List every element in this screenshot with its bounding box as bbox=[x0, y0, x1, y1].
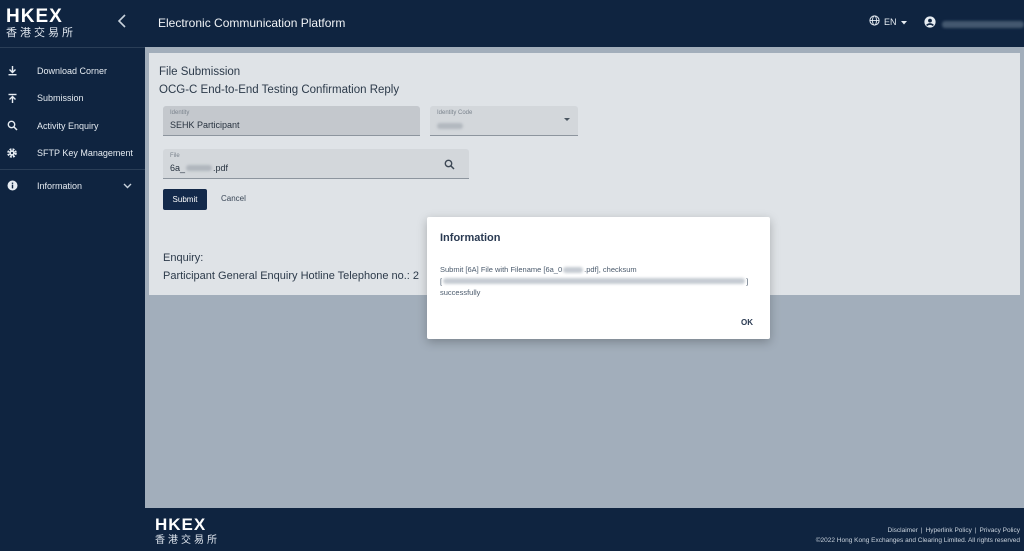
sidebar-item-label: Submission bbox=[37, 93, 84, 104]
search-icon[interactable] bbox=[444, 157, 455, 175]
checksum-close-bracket: ] bbox=[746, 276, 749, 286]
identity-code-select[interactable]: Identity Code bbox=[430, 106, 578, 136]
enquiry-hotline: Participant General Enquiry Hotline Tele… bbox=[163, 270, 420, 282]
caret-down-icon bbox=[564, 118, 570, 121]
language-selector[interactable]: EN bbox=[869, 15, 907, 28]
file-label: File bbox=[170, 153, 180, 159]
hkex-logo[interactable]: HKEX 香港交易所 bbox=[6, 6, 76, 40]
dialog-message-part2: .pdf], checksum bbox=[584, 265, 637, 274]
hyperlink-policy-link[interactable]: Hyperlink Policy bbox=[926, 527, 972, 534]
submit-button[interactable]: Submit bbox=[163, 189, 207, 210]
sidebar-item-label: Download Corner bbox=[37, 65, 108, 76]
top-header: Electronic Communication Platform EN bbox=[145, 0, 1024, 47]
file-field[interactable]: File 6a_ .pdf bbox=[163, 149, 469, 179]
sidebar-item-sftp-key-management[interactable]: SFTP Key Management bbox=[0, 140, 145, 168]
sidebar-divider bbox=[0, 47, 145, 48]
identity-code-redacted bbox=[437, 123, 463, 129]
gear-icon bbox=[6, 147, 18, 159]
sidebar-item-label: Information bbox=[37, 180, 83, 191]
footer-separator: | bbox=[920, 527, 923, 534]
copyright-text: ©2022 Hong Kong Exchanges and Clearing L… bbox=[815, 537, 1020, 544]
dialog-message: Submit [6A] File with Filename [6a_0 .pd… bbox=[440, 264, 760, 299]
cancel-button[interactable]: Cancel bbox=[221, 194, 246, 203]
checksum-open-bracket: [ bbox=[440, 276, 443, 286]
logo-text-cn: 香港交易所 bbox=[6, 27, 76, 39]
app-title: Electronic Communication Platform bbox=[158, 16, 346, 30]
identity-field: Identity SEHK Participant bbox=[163, 106, 420, 136]
sidebar-item-label: SFTP Key Management bbox=[37, 148, 133, 159]
file-value: 6a_ .pdf bbox=[170, 163, 228, 173]
dialog-message-end: successfully bbox=[440, 288, 481, 297]
enquiry-label: Enquiry: bbox=[163, 252, 204, 264]
globe-icon bbox=[869, 15, 880, 28]
information-dialog: Information Submit [6A] File with Filena… bbox=[427, 217, 770, 339]
page-title: File Submission bbox=[159, 66, 241, 78]
disclaimer-link[interactable]: Disclaimer bbox=[888, 527, 918, 534]
identity-label: Identity bbox=[170, 110, 190, 116]
download-icon bbox=[6, 65, 18, 77]
page-subtitle: OCG-C End-to-End Testing Confirmation Re… bbox=[159, 84, 400, 96]
footer-links: Disclaimer | Hyperlink Policy | Privacy Poli… bbox=[888, 527, 1020, 534]
sidebar-item-activity-enquiry[interactable]: Activity Enquiry bbox=[0, 112, 145, 140]
sidebar-divider bbox=[0, 169, 145, 170]
logo-text-en: HKEX bbox=[6, 6, 63, 27]
dialog-title: Information bbox=[440, 232, 501, 244]
footer-logo-text-cn: 香港交易所 bbox=[155, 535, 220, 546]
footer-logo-text-en: HKEX bbox=[155, 515, 207, 534]
privacy-policy-link[interactable]: Privacy Policy bbox=[980, 527, 1020, 534]
chevron-down-icon bbox=[123, 181, 132, 191]
sidebar-item-submission[interactable]: Submission bbox=[0, 85, 145, 113]
file-name-prefix: 6a_ bbox=[170, 163, 186, 173]
checksum-redacted bbox=[443, 278, 746, 285]
sidebar-item-download-corner[interactable]: Download Corner bbox=[0, 57, 145, 85]
footer: HKEX 香港交易所 Disclaimer | Hyperlink Policy | P… bbox=[145, 508, 1024, 551]
info-icon bbox=[6, 180, 18, 192]
ok-button[interactable]: OK bbox=[741, 318, 753, 327]
collapse-sidebar-icon[interactable] bbox=[114, 12, 130, 33]
language-label: EN bbox=[884, 16, 897, 27]
filename-redacted bbox=[563, 266, 584, 273]
upload-icon bbox=[6, 92, 18, 104]
user-menu[interactable] bbox=[924, 15, 1024, 33]
footer-separator: | bbox=[974, 527, 977, 534]
identity-value: SEHK Participant bbox=[170, 120, 240, 130]
account-icon bbox=[924, 15, 936, 33]
sidebar: HKEX 香港交易所 Download Corner Submission Ac… bbox=[0, 0, 145, 551]
user-id-redacted bbox=[942, 20, 1024, 28]
search-icon bbox=[6, 120, 18, 132]
dialog-message-part1: Submit [6A] File with Filename [6a_0 bbox=[440, 265, 563, 274]
caret-down-icon bbox=[900, 17, 907, 27]
sidebar-nav: Download Corner Submission Activity Enqu… bbox=[0, 57, 145, 200]
footer-logo: HKEX 香港交易所 bbox=[155, 516, 220, 548]
file-name-redacted bbox=[186, 165, 213, 171]
sidebar-item-information[interactable]: Information bbox=[0, 172, 145, 200]
file-name-suffix: .pdf bbox=[213, 163, 229, 173]
sidebar-item-label: Activity Enquiry bbox=[37, 120, 99, 131]
identity-code-label: Identity Code bbox=[437, 110, 473, 116]
